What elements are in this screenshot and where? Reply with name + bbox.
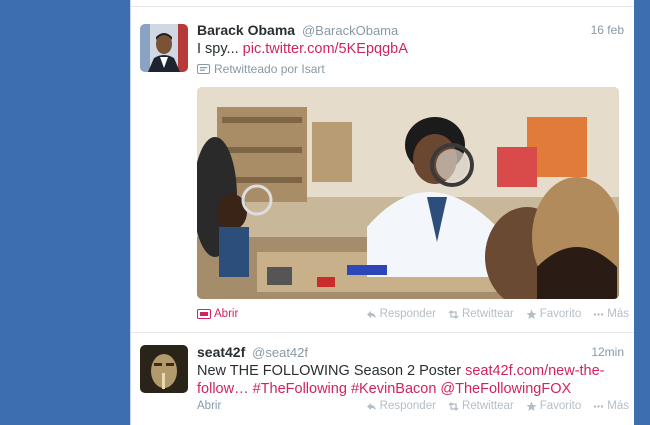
avatar[interactable] [140, 345, 188, 393]
tweet-header: seat42f @seat42f 12min [197, 344, 624, 361]
retweet-label: Retwittear [461, 400, 514, 412]
retweet-label: Retwittear [461, 308, 514, 320]
page-background-right [634, 0, 650, 425]
username[interactable]: @BarackObama [302, 23, 398, 38]
tweet-header: Barack Obama @BarackObama 16 feb [197, 22, 624, 39]
retweeted-by-label[interactable]: Retwitteado por Isart [214, 62, 325, 76]
more-button[interactable]: Más [593, 308, 629, 320]
more-button[interactable]: Más [593, 400, 629, 412]
retweet-icon [448, 401, 459, 411]
open-label: Abrir [197, 400, 222, 412]
more-label: Más [607, 400, 629, 412]
favorite-button[interactable]: Favorito [526, 308, 582, 320]
retweet-icon [448, 309, 459, 319]
more-dots-icon [594, 404, 604, 408]
action-group: Responder Retwittear Favorito Más [366, 400, 629, 412]
username[interactable]: @seat42f [252, 345, 308, 360]
photo-icon [197, 309, 211, 319]
more-dots-icon [594, 312, 604, 316]
retweet-button[interactable]: Retwittear [448, 400, 514, 412]
open-tweet-button[interactable]: Abrir [197, 400, 221, 412]
tweet[interactable]: seat42f @seat42f 12min New THE FOLLOWING… [131, 333, 634, 425]
previous-tweet-edge [131, 0, 634, 7]
timeline: Barack Obama @BarackObama 16 feb I spy..… [130, 0, 635, 425]
tweet-text: I spy... pic.twitter.com/5KEpqgbA [197, 40, 614, 58]
tweet-text-prefix: I spy... [197, 41, 243, 57]
tweet-link[interactable]: pic.twitter.com/5KEpqgbA [243, 41, 408, 57]
favorite-button[interactable]: Favorito [526, 400, 582, 412]
retweet-badge-icon [197, 64, 210, 74]
favorite-label: Favorito [539, 400, 582, 412]
reply-button[interactable]: Responder [366, 308, 436, 320]
retweet-button[interactable]: Retwittear [448, 308, 514, 320]
action-group: Responder Retwittear Favorito Más [366, 308, 629, 320]
tweet-text: New THE FOLLOWING Season 2 Poster seat42… [197, 362, 614, 398]
tweet-photo[interactable] [197, 87, 619, 299]
tweet[interactable]: Barack Obama @BarackObama 16 feb I spy..… [131, 7, 634, 333]
timestamp[interactable]: 16 feb [591, 22, 624, 39]
reply-icon [366, 402, 376, 410]
fullname[interactable]: Barack Obama [197, 22, 295, 38]
avatar[interactable] [140, 24, 188, 72]
tweet-text-prefix: New THE FOLLOWING Season 2 Poster [197, 363, 466, 379]
fullname[interactable]: seat42f [197, 344, 245, 360]
star-icon [526, 401, 537, 411]
tweet-hashtags[interactable]: #TheFollowing #KevinBacon @TheFollowingF… [253, 381, 572, 397]
reply-label: Responder [379, 400, 436, 412]
reply-button[interactable]: Responder [366, 400, 436, 412]
timestamp[interactable]: 12min [591, 344, 624, 361]
reply-label: Responder [379, 308, 436, 320]
favorite-label: Favorito [539, 308, 582, 320]
retweeted-by: Retwitteado por Isart [197, 62, 325, 76]
more-label: Más [607, 308, 629, 320]
open-tweet-button[interactable]: Abrir [197, 308, 238, 320]
reply-icon [366, 310, 376, 318]
open-label: Abrir [214, 308, 239, 320]
star-icon [526, 309, 537, 319]
